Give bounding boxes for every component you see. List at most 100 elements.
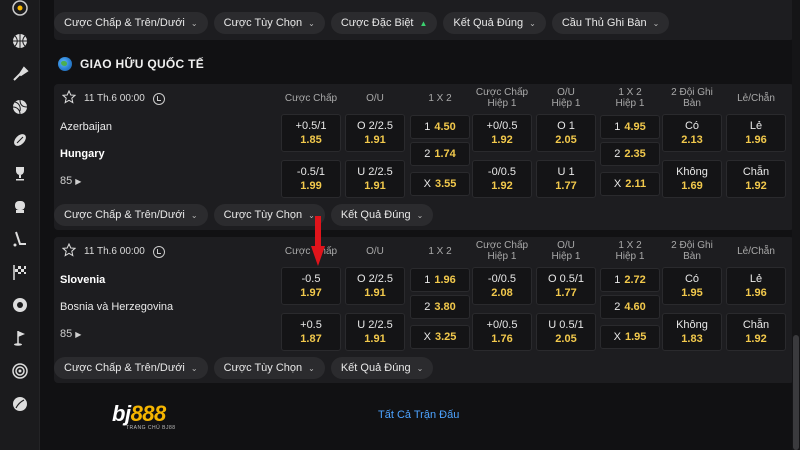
more-markets-link[interactable]: 85 ▶ bbox=[60, 175, 81, 187]
odds-button[interactable]: +0/0.5 1.92 bbox=[472, 114, 532, 152]
boxing-icon[interactable] bbox=[10, 196, 30, 216]
odds-button[interactable]: U 2/2.5 1.91 bbox=[345, 313, 405, 351]
odds-button[interactable]: X 3.55 bbox=[410, 172, 470, 196]
odds-line: 1 bbox=[424, 121, 431, 133]
hockey-icon[interactable] bbox=[10, 229, 30, 249]
chevron-down-icon: ⌄ bbox=[308, 363, 315, 373]
odds-price: 1.95 bbox=[681, 287, 703, 299]
market-pill[interactable]: Kết Quả Đúng ⌄ bbox=[330, 204, 434, 226]
odds-price: 1.77 bbox=[555, 180, 577, 192]
odds-button[interactable]: +0.5/1 1.85 bbox=[281, 114, 341, 152]
odds-price: 1.91 bbox=[364, 333, 386, 345]
column-header: O/U bbox=[366, 92, 384, 104]
odds-price: 1.96 bbox=[434, 274, 456, 286]
market-pill[interactable]: Cược Tùy Chọn ⌄ bbox=[213, 12, 325, 34]
odds-button[interactable]: U 2/2.5 1.91 bbox=[345, 160, 405, 198]
crown-icon[interactable] bbox=[10, 0, 30, 18]
odds-button[interactable]: O 2/2.5 1.91 bbox=[345, 114, 405, 152]
market-pill[interactable]: Cược Chấp & Trên/Dưới ⌄ bbox=[54, 12, 208, 34]
volleyball-icon[interactable] bbox=[10, 97, 30, 117]
odds-button[interactable]: Có 1.95 bbox=[662, 267, 722, 305]
trophy-icon[interactable] bbox=[10, 163, 30, 183]
odds-price: 1.74 bbox=[434, 148, 456, 160]
odds-line: Lẻ bbox=[749, 273, 763, 285]
odds-button[interactable]: +0/0.5 1.76 bbox=[472, 313, 532, 351]
odds-button[interactable]: 1 4.95 bbox=[600, 115, 660, 139]
double-chevron-up-icon: ▲ bbox=[419, 18, 428, 28]
market-pill[interactable]: Kết Quả Đúng ⌄ bbox=[330, 357, 434, 379]
odds-line: +0.5 bbox=[300, 319, 322, 331]
market-pill[interactable]: Cược Chấp & Trên/Dưới ⌄ bbox=[54, 204, 208, 226]
odds-price: 1.92 bbox=[745, 333, 767, 345]
target-icon-glyph bbox=[12, 363, 28, 379]
page-scrollbar[interactable] bbox=[792, 0, 800, 450]
basketball-icon[interactable] bbox=[10, 31, 30, 51]
market-pill[interactable]: Cược Tùy Chọn ⌄ bbox=[213, 357, 325, 379]
market-pill-label: Kết Quả Đúng bbox=[340, 209, 411, 221]
odds-button[interactable]: U 0.5/1 2.05 bbox=[536, 313, 596, 351]
more-markets-count: 85 bbox=[60, 175, 73, 187]
column-header: 1 X 2 Hiệp 1 bbox=[615, 240, 645, 262]
odds-line: 1 bbox=[614, 274, 621, 286]
market-pill[interactable]: Cược Chấp & Trên/Dưới ⌄ bbox=[54, 357, 208, 379]
match-meta: 11 Th.6 00:00 bbox=[61, 242, 165, 260]
odds-button[interactable]: Chẵn 1.92 bbox=[726, 160, 786, 198]
rugby-icon[interactable] bbox=[10, 394, 30, 414]
odds-price: 2.11 bbox=[625, 178, 647, 190]
odds-button[interactable]: 1 4.50 bbox=[410, 115, 470, 139]
odds-price: 3.25 bbox=[434, 331, 457, 343]
target-icon[interactable] bbox=[10, 361, 30, 381]
market-pill[interactable]: Cược Đặc Biệt ▲ bbox=[330, 12, 438, 34]
odds-button[interactable]: O 0.5/1 1.77 bbox=[536, 267, 596, 305]
odds-button[interactable]: O 2/2.5 1.91 bbox=[345, 267, 405, 305]
market-pill[interactable]: Cầu Thủ Ghi Bàn ⌄ bbox=[551, 12, 670, 34]
stats-icon[interactable] bbox=[152, 245, 165, 258]
odds-button[interactable]: 2 4.60 bbox=[600, 295, 660, 319]
market-pill[interactable]: Cược Tùy Chọn ⌄ bbox=[213, 204, 325, 226]
favorite-star-icon[interactable] bbox=[61, 242, 77, 260]
odds-button[interactable]: -0/0.5 1.92 bbox=[472, 160, 532, 198]
odds-button[interactable]: X 2.11 bbox=[600, 172, 660, 196]
favorite-star-icon[interactable] bbox=[61, 89, 77, 107]
league-header[interactable]: GIAO HỮU QUỐC TẾ bbox=[58, 57, 204, 71]
match-market-pills: Cược Chấp & Trên/Dưới ⌄ Cược Tùy Chọn ⌄ Kết … bbox=[54, 204, 434, 226]
odds-button[interactable]: 1 2.72 bbox=[600, 268, 660, 292]
odds-line: U 0.5/1 bbox=[548, 319, 584, 331]
golf-icon[interactable] bbox=[10, 328, 30, 348]
odds-button[interactable]: 1 1.96 bbox=[410, 268, 470, 292]
market-pill[interactable]: Kết Quả Đúng ⌄ bbox=[443, 12, 546, 34]
racing-flag-icon[interactable] bbox=[10, 262, 30, 282]
match-card: Cược Chấp O/U 1 X 2 Cược Chấp Hiệp 1 O/U Hiệ… bbox=[54, 84, 794, 230]
more-markets-link[interactable]: 85 ▶ bbox=[60, 328, 81, 340]
odds-price: 1.69 bbox=[681, 180, 703, 192]
stats-icon[interactable] bbox=[152, 92, 165, 105]
odds-button[interactable]: Có 2.13 bbox=[662, 114, 722, 152]
odds-button[interactable]: Lẻ 1.96 bbox=[726, 267, 786, 305]
odds-button[interactable]: -0/0.5 2.08 bbox=[472, 267, 532, 305]
all-matches-link[interactable]: Tất Cả Trận Đấu bbox=[378, 409, 459, 421]
odds-button[interactable]: 2 3.80 bbox=[410, 295, 470, 319]
hockey-icon-glyph bbox=[13, 231, 26, 247]
odds-button[interactable]: +0.5 1.87 bbox=[281, 313, 341, 351]
odds-button[interactable]: X 3.25 bbox=[410, 325, 470, 349]
badminton-icon[interactable] bbox=[10, 64, 30, 84]
scrollbar-thumb[interactable] bbox=[793, 335, 799, 450]
odds-button[interactable]: Chẵn 1.92 bbox=[726, 313, 786, 351]
market-pill-label: Cầu Thủ Ghi Bàn bbox=[561, 17, 647, 29]
odds-button[interactable]: Không 1.83 bbox=[662, 313, 722, 351]
column-header: O/U bbox=[366, 245, 384, 257]
caret-right-icon: ▶ bbox=[75, 177, 82, 186]
bj888-logo[interactable]: bj888 TRANG CHỦ BJ88 bbox=[112, 403, 176, 432]
odds-button[interactable]: U 1 1.77 bbox=[536, 160, 596, 198]
football-icon[interactable] bbox=[10, 130, 30, 150]
odds-button[interactable]: 2 2.35 bbox=[600, 142, 660, 166]
odds-button[interactable]: -0.5 1.97 bbox=[281, 267, 341, 305]
odds-button[interactable]: -0.5/1 1.99 bbox=[281, 160, 341, 198]
odds-button[interactable]: 2 1.74 bbox=[410, 142, 470, 166]
odds-button[interactable]: Không 1.69 bbox=[662, 160, 722, 198]
odds-button[interactable]: O 1 2.05 bbox=[536, 114, 596, 152]
odds-button[interactable]: Lẻ 1.96 bbox=[726, 114, 786, 152]
odds-button[interactable]: X 1.95 bbox=[600, 325, 660, 349]
esports-icon[interactable] bbox=[10, 295, 30, 315]
match-time: 11 Th.6 00:00 bbox=[84, 93, 145, 104]
